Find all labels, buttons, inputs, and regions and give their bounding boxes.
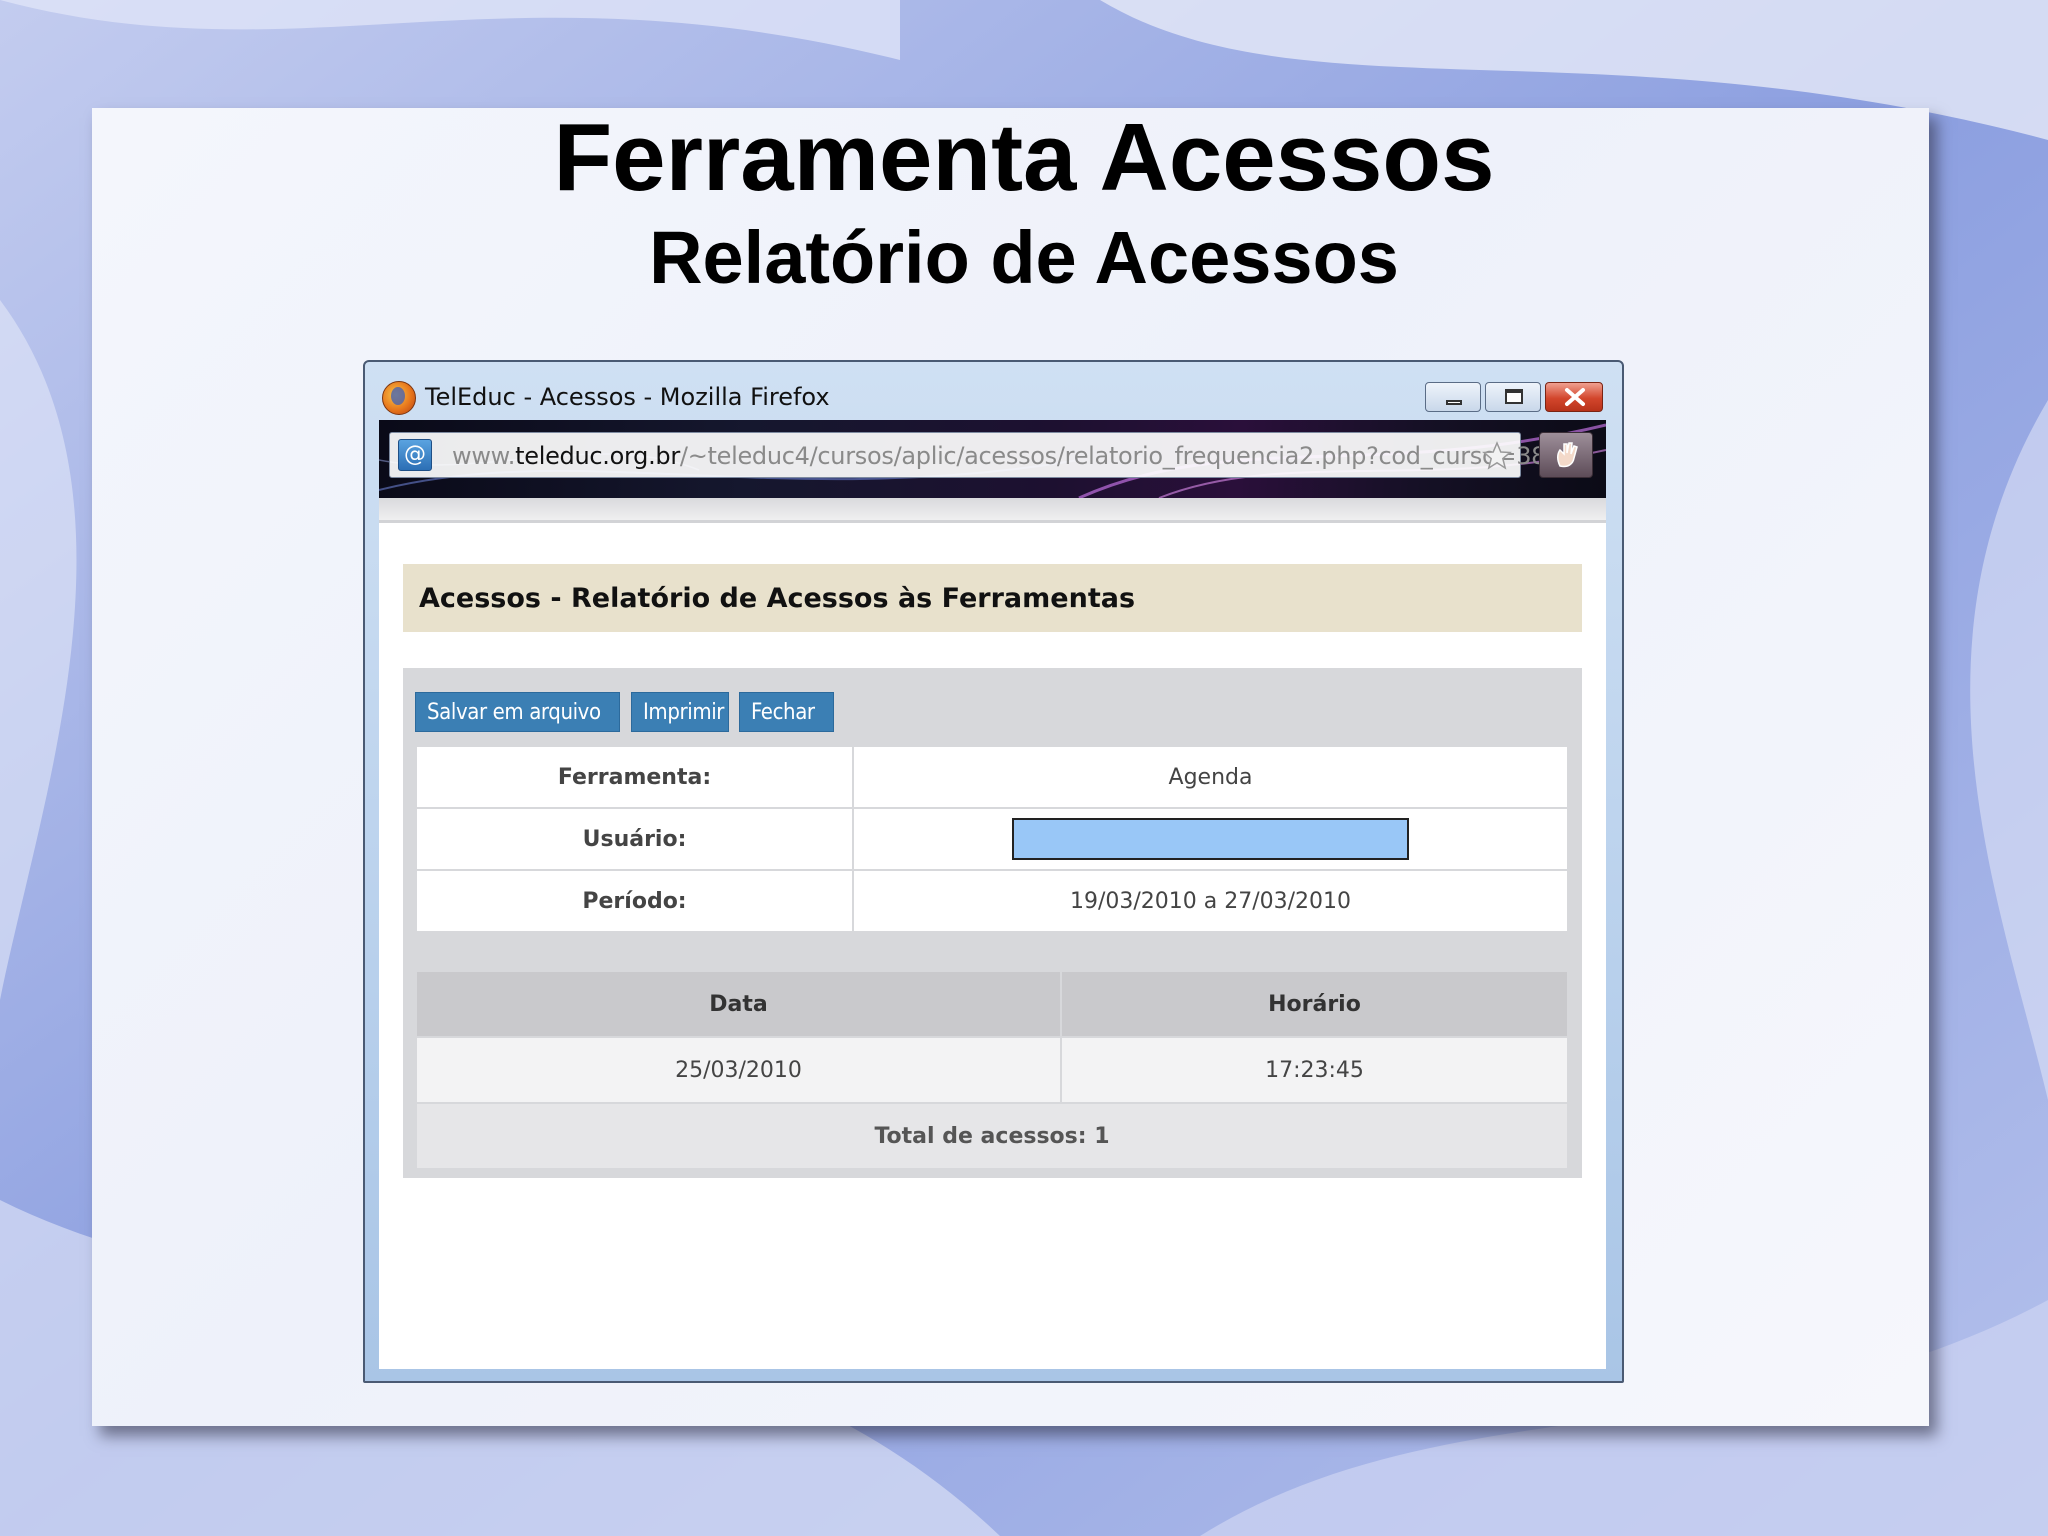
table-header-row: Data Horário	[415, 970, 1570, 1038]
maximize-button[interactable]	[1485, 382, 1541, 412]
info-row-tool: Ferramenta: Agenda	[415, 745, 1569, 809]
close-icon	[1565, 388, 1585, 406]
minimize-button[interactable]	[1425, 382, 1481, 412]
cell-time: 17:23:45	[1059, 1036, 1570, 1104]
site-identity-icon[interactable]: @	[398, 439, 432, 471]
print-button[interactable]: Imprimir	[631, 692, 729, 732]
bookmark-star-icon[interactable]	[1482, 441, 1512, 471]
browser-window: TelEduc - Acessos - Mozilla Firefox @ ww…	[363, 360, 1624, 1383]
close-window-button[interactable]	[1545, 382, 1603, 412]
page-top-strip	[379, 498, 1606, 523]
access-table: Data Horário 25/03/2010 17:23:45 Total d…	[415, 970, 1570, 1170]
url-path: /~teleduc4/cursos/aplic/acessos/relatori…	[679, 442, 1547, 470]
period-value: 19/03/2010 a 27/03/2010	[852, 869, 1569, 933]
report-info-table: Ferramenta: Agenda Usuário: Período: 19/…	[415, 745, 1569, 933]
url-host: teleduc.org.br	[515, 442, 680, 470]
window-titlebar[interactable]: TelEduc - Acessos - Mozilla Firefox	[365, 362, 1622, 420]
table-row: 25/03/2010 17:23:45	[415, 1036, 1570, 1104]
tool-value: Agenda	[852, 745, 1569, 809]
tool-label: Ferramenta:	[415, 745, 854, 809]
info-row-period: Período: 19/03/2010 a 27/03/2010	[415, 869, 1569, 933]
page-content: Acessos - Relatório de Acessos às Ferram…	[379, 498, 1606, 1369]
url-prefix: www.	[452, 442, 516, 470]
navigation-bar: @ www.teleduc.org.br/~teleduc4/cursos/ap…	[379, 420, 1606, 498]
slide-title: Ferramenta Acessos	[553, 104, 1495, 211]
user-value	[852, 807, 1569, 871]
close-button[interactable]: Fechar	[739, 692, 834, 732]
period-label: Período:	[415, 869, 854, 933]
page-heading-text: Acessos - Relatório de Acessos às Ferram…	[419, 583, 1136, 614]
info-row-user: Usuário:	[415, 807, 1569, 871]
table-total-row: Total de acessos: 1	[415, 1102, 1569, 1170]
save-to-file-button[interactable]: Salvar em arquivo	[415, 692, 620, 732]
user-label: Usuário:	[415, 807, 854, 871]
hand-icon	[1557, 442, 1578, 468]
slide-subtitle: Relatório de Acessos	[649, 216, 1399, 299]
firefox-icon	[382, 381, 416, 415]
report-panel: Salvar em arquivo Imprimir Fechar Ferram…	[403, 668, 1582, 1178]
column-header-time: Horário	[1059, 970, 1570, 1038]
address-bar[interactable]: @ www.teleduc.org.br/~teleduc4/cursos/ap…	[389, 432, 1546, 478]
redacted-user-name	[1012, 818, 1409, 860]
extension-button[interactable]	[1539, 432, 1593, 478]
cell-date: 25/03/2010	[415, 1036, 1062, 1104]
url-text[interactable]: www.teleduc.org.br/~teleduc4/cursos/apli…	[452, 441, 1546, 471]
page-heading: Acessos - Relatório de Acessos às Ferram…	[403, 564, 1582, 632]
window-title: TelEduc - Acessos - Mozilla Firefox	[425, 383, 830, 411]
site-identity-glyph: @	[404, 442, 426, 467]
total-accesses: Total de acessos: 1	[415, 1102, 1569, 1170]
column-header-date: Data	[415, 970, 1062, 1038]
